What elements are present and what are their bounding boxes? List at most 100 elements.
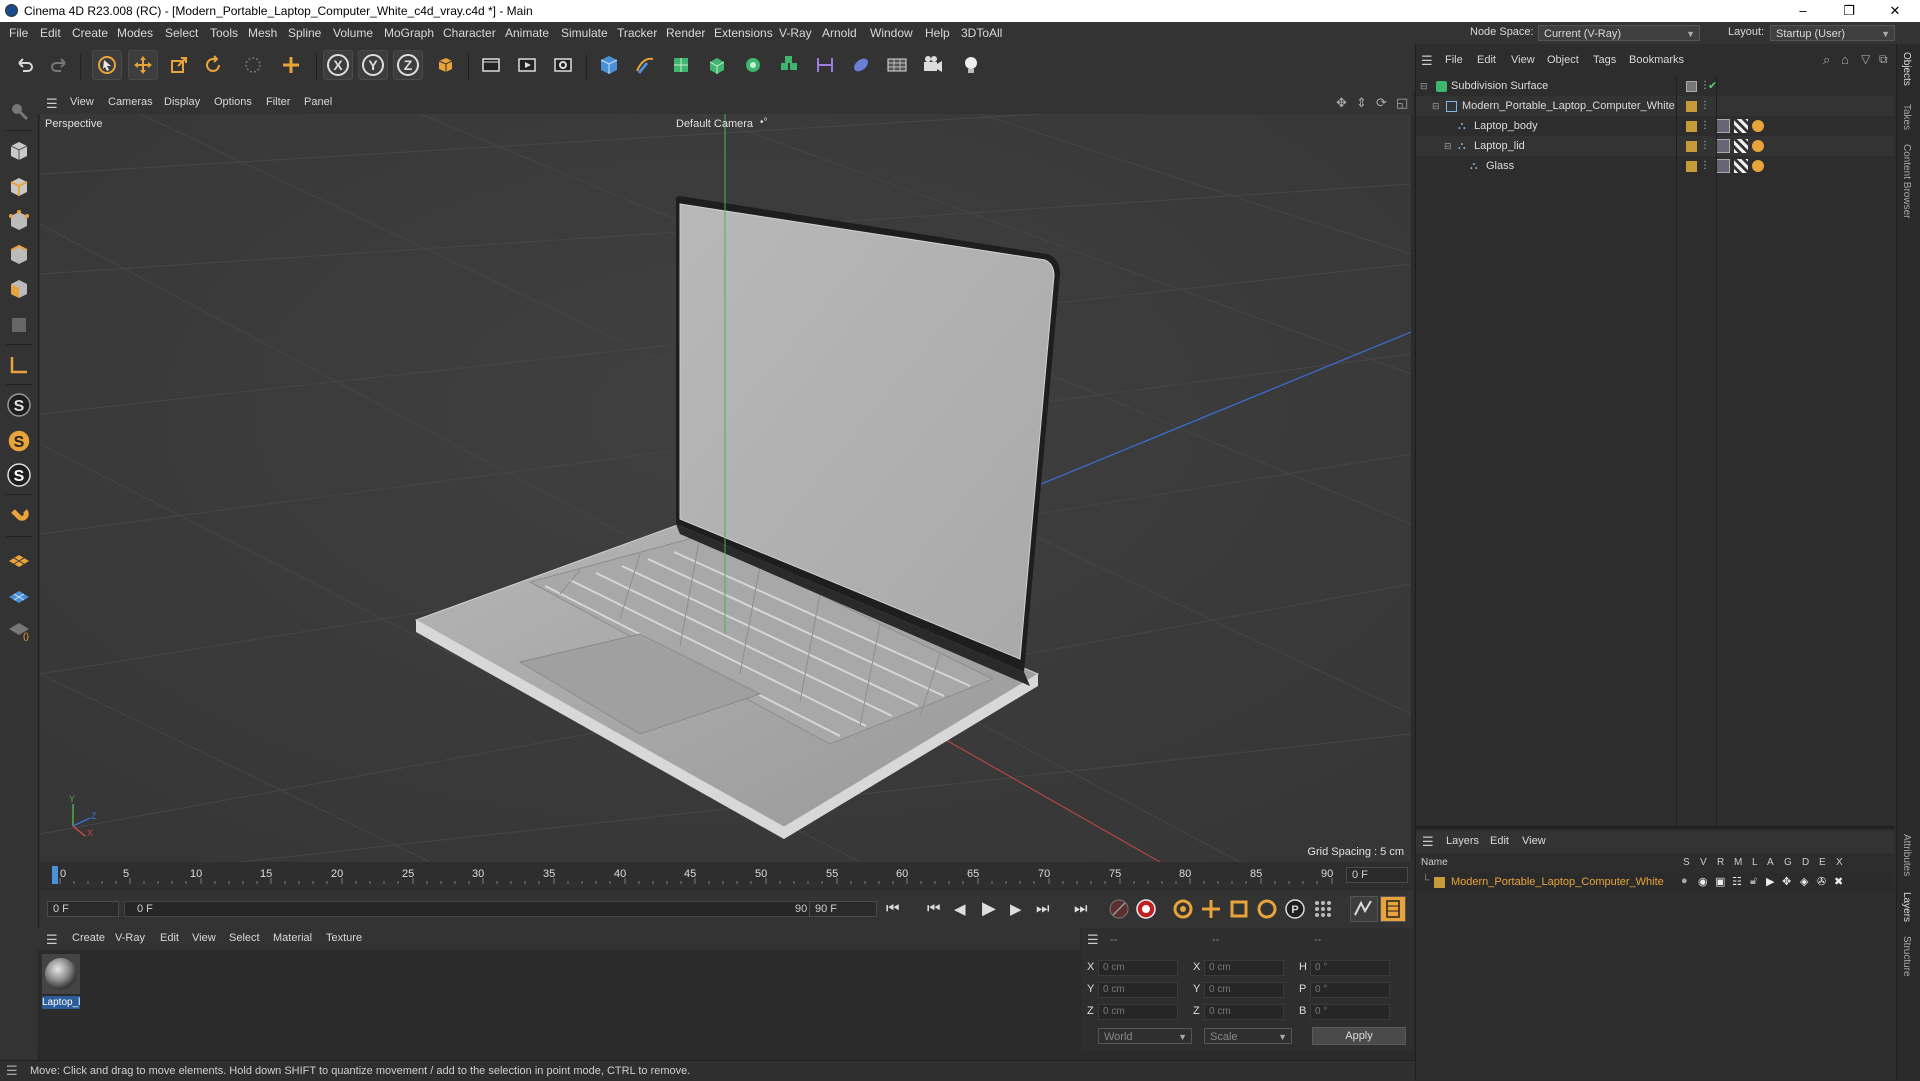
filter-icon[interactable]: ▽ [1861, 52, 1870, 66]
material-menu-select[interactable]: Select [229, 932, 260, 944]
render-settings-icon[interactable] [548, 50, 578, 80]
manager-toggle-icon[interactable]: ☷ [1732, 875, 1742, 888]
material-menu-material[interactable]: Material [273, 932, 312, 944]
side-tab-structure[interactable]: Structure [1901, 936, 1912, 977]
play-icon[interactable]: ▶ [982, 898, 996, 919]
locked-workplane-icon[interactable]: () [4, 614, 34, 644]
generators-toggle-icon[interactable]: ✥ [1782, 875, 1791, 888]
object-row-laptop-lid[interactable]: ⊟ ⛬ Laptop_lid ⋮ [1416, 136, 1894, 156]
phong-tag-icon[interactable] [1752, 160, 1764, 172]
visibility-dots-icon[interactable]: ⋮ [1700, 136, 1710, 156]
key-scale-icon[interactable] [1228, 898, 1250, 920]
hamburger-menu-icon[interactable]: ☰ [6, 1063, 18, 1079]
camera-icon[interactable] [918, 50, 948, 80]
rotation-h-field[interactable]: 0 ° [1310, 960, 1390, 976]
hamburger-menu-icon[interactable]: ☰ [1421, 53, 1433, 69]
zoom-view-icon[interactable]: ⇕ [1356, 95, 1367, 111]
visibility-dots-icon[interactable]: ⋮ [1700, 156, 1710, 176]
size-x-field[interactable]: 0 cm [1204, 960, 1284, 976]
instance-icon[interactable] [774, 50, 804, 80]
coordinate-system-icon[interactable] [430, 50, 460, 80]
render-view-icon[interactable] [512, 50, 542, 80]
layer-color-swatch[interactable] [1434, 877, 1445, 888]
menu-tracker[interactable]: Tracker [617, 26, 657, 40]
close-button[interactable]: ✕ [1872, 0, 1918, 22]
create-icon[interactable] [276, 50, 306, 80]
go-to-start-icon[interactable]: ⏮ [886, 900, 900, 917]
redo-icon[interactable] [44, 50, 74, 80]
uvw-tag-icon[interactable] [1734, 159, 1748, 173]
object-menu-tags[interactable]: Tags [1593, 54, 1616, 66]
new-window-icon[interactable]: ⧉ [1879, 52, 1888, 67]
search-icon[interactable]: ⌕ [1823, 52, 1830, 68]
current-frame-field[interactable]: 0 F [1346, 867, 1408, 883]
y-axis-icon[interactable]: Y [358, 50, 388, 80]
collapse-toggle-icon[interactable]: ⊟ [1432, 96, 1440, 116]
make-editable-icon[interactable] [4, 96, 34, 126]
layer-menu-view[interactable]: View [1522, 835, 1546, 847]
object-row-subdivision-surface[interactable]: ⊟ Subdivision Surface ⋮ ✔ [1416, 76, 1894, 96]
object-row-laptop-root[interactable]: ⊟ Modern_Portable_Laptop_Computer_White … [1416, 96, 1894, 116]
node-space-dropdown[interactable]: Current (V-Ray) ▼ [1538, 25, 1700, 41]
expressions-toggle-icon[interactable]: ✇ [1817, 875, 1826, 888]
menu-file[interactable]: File [9, 26, 28, 40]
points-mode-icon[interactable] [4, 206, 34, 236]
rotation-p-field[interactable]: 0 ° [1310, 982, 1390, 998]
hamburger-menu-icon[interactable]: ☰ [1422, 834, 1434, 850]
scale-icon[interactable] [164, 50, 194, 80]
record-keyframe-icon[interactable] [1135, 898, 1157, 920]
key-parameter-icon[interactable]: P [1284, 898, 1306, 920]
object-menu-view[interactable]: View [1511, 54, 1535, 66]
home-icon[interactable]: ⌂ [1841, 52, 1849, 67]
rotate-view-icon[interactable]: ⟳ [1376, 95, 1387, 111]
hamburger-menu-icon[interactable]: ☰ [46, 96, 58, 112]
cube-icon[interactable] [594, 50, 624, 80]
object-menu-edit[interactable]: Edit [1477, 54, 1496, 66]
uvw-tag-icon[interactable] [1734, 119, 1748, 133]
render-region-icon[interactable] [476, 50, 506, 80]
menu-edit[interactable]: Edit [40, 26, 61, 40]
phong-tag-icon[interactable] [1752, 120, 1764, 132]
layout-dropdown[interactable]: Startup (User) ▼ [1770, 25, 1895, 41]
position-z-field[interactable]: 0 cm [1098, 1004, 1178, 1020]
menu-mesh[interactable]: Mesh [248, 26, 277, 40]
menu-volume[interactable]: Volume [333, 26, 373, 40]
material-tag-icon[interactable] [1716, 139, 1730, 153]
light-icon[interactable] [956, 50, 986, 80]
cloner-icon[interactable] [738, 50, 768, 80]
object-row-laptop-body[interactable]: ⛬ Laptop_body ⋮ [1416, 116, 1894, 136]
material-tag-icon[interactable] [1716, 159, 1730, 173]
deformer-icon[interactable] [810, 50, 840, 80]
maximize-view-icon[interactable]: ◱ [1396, 95, 1408, 111]
side-tab-attributes[interactable]: Attributes [1901, 834, 1912, 876]
layer-menu-edit[interactable]: Edit [1490, 835, 1509, 847]
xref-toggle-icon[interactable]: ✖ [1834, 875, 1843, 888]
visibility-eye-icon[interactable]: ◉ [1698, 875, 1708, 888]
menu-simulate[interactable]: Simulate [561, 26, 608, 40]
material-menu-view[interactable]: View [192, 932, 216, 944]
key-rotation-icon[interactable] [1256, 898, 1278, 920]
3d-viewport[interactable]: Y Z X [40, 114, 1411, 862]
subdivision-icon[interactable] [666, 50, 696, 80]
polygons-mode-icon[interactable] [4, 274, 34, 304]
size-z-field[interactable]: 0 cm [1204, 1004, 1284, 1020]
menu-mograph[interactable]: MoGraph [384, 26, 434, 40]
layer-menu-layers[interactable]: Layers [1446, 835, 1479, 847]
viewport-menu-panel[interactable]: Panel [304, 96, 332, 108]
size-y-field[interactable]: 0 cm [1204, 982, 1284, 998]
menu-vray[interactable]: V-Ray [779, 26, 812, 40]
menu-render[interactable]: Render [666, 26, 705, 40]
menu-3dtoall[interactable]: 3DToAll [961, 26, 1002, 40]
menu-extensions[interactable]: Extensions [714, 26, 773, 40]
viewport-menu-cameras[interactable]: Cameras [108, 96, 153, 108]
collapse-toggle-icon[interactable]: ⊟ [1420, 76, 1428, 96]
z-axis-icon[interactable]: Z [393, 50, 423, 80]
object-menu-object[interactable]: Object [1547, 54, 1579, 66]
object-row-glass[interactable]: ⛬ Glass ⋮ [1416, 156, 1894, 176]
timeline-ruler[interactable]: 0 5 10 15 20 25 30 35 40 45 50 55 60 65 … [40, 862, 1413, 888]
material-swatch[interactable]: Laptop_l [42, 954, 80, 1010]
position-x-field[interactable]: 0 cm [1098, 960, 1178, 976]
workplane-icon[interactable] [4, 544, 34, 574]
autokey-icon[interactable] [1172, 898, 1194, 920]
render-toggle-icon[interactable]: ▣ [1715, 875, 1725, 888]
